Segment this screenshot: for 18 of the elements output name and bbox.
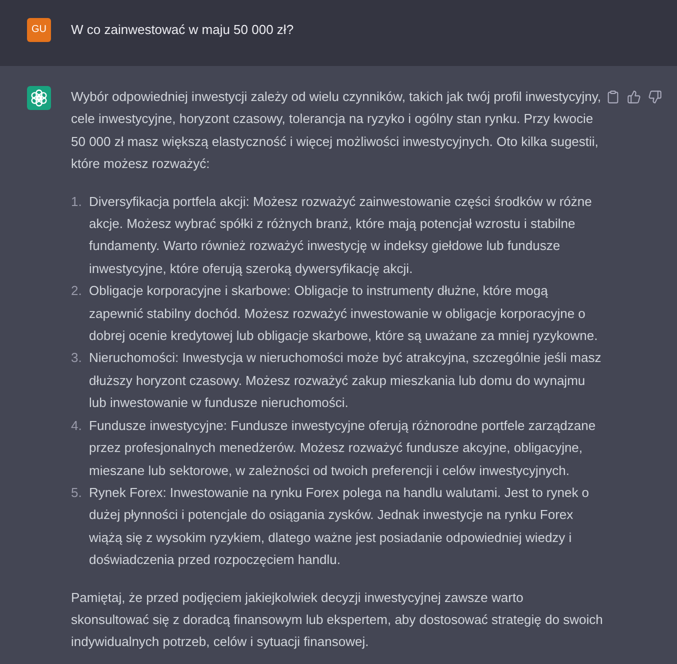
copy-icon[interactable] bbox=[605, 89, 620, 104]
assistant-paragraph: Wybór odpowiedniej inwestycji zależy od wielu czynników, takich jak twój profil inwestycyjny, cele inwestycyjne, horyzont czasowy, tolerancja na ryzyko i ogólny stan rynku. Przy kwocie 50 000 zł masz większą elastyczność i więcej możliwości inwestycyjnych. Oto kilka sugestii, które możesz rozważyć: bbox=[71, 88, 602, 174]
user-message: W co zainwestować w maju 50 000 zł? bbox=[71, 21, 294, 39]
list-number: 3. bbox=[71, 349, 83, 368]
list-item-text: Rynek Forex: Inwestowanie na rynku Forex polega na handlu walutami. Jest to rynek o dużej płynności i potencjale do osiągania zysków. Jednak inwestycje na rynku Forex wiążą się z wysokim ryzykiem, dlatego ważne jest posiadanie odpowiedniej wiedzy i doświadczenia przed rozpoczęciem handlu. bbox=[89, 484, 590, 570]
list-number: 2. bbox=[71, 282, 83, 300]
list-number: 5. bbox=[71, 484, 83, 502]
thumbs-down-icon[interactable] bbox=[647, 89, 662, 104]
list-number: 1. bbox=[71, 192, 83, 211]
list-item-text: Obligacje korporacyjne i skarbowe: Obligacje to instrumenty dłużne, które mogą zapewnić stabilny dochód. Możesz rozważyć inwestowanie w obligacje korporacyjne o dobrej ocenie kredytowej lub obligacje skarbowe, które są uważane za mniej ryzykowne. bbox=[89, 282, 599, 346]
list-item-text: Diversyfikacja portfela akcji: Możesz rozważyć zainwestowanie części środków w różne akcje. Możesz wybrać spółki z różnych branż, które mają potencjał wzrostu i stabilne fundamenty. Warto również rozważyć inwestycję w indeksy giełdowe lub fundusze inwestycyjne, które oferują szeroką dywersyfikację akcji. bbox=[89, 192, 593, 278]
list-item-text: Nieruchomości: Inwestycja w nieruchomości może być atrakcyjna, szczególnie jeśli masz dłuższy horyzont czasowy. Możesz rozważyć zakup mieszkania lub domu do wynajmu lub inwestowanie w fundusze nieruchomości. bbox=[89, 349, 602, 412]
list-item-text: Fundusze inwestycyjne: Fundusze inwestycyjne oferują różnorodne portfele zarządzane przez profesjonalnych menedżerów. Możesz rozważyć fundusze akcyjne, obligacyjne, mieszane lub sektorowe, w zależności od twoich preferencji i celów inwestycyjnych. bbox=[89, 416, 597, 480]
user-avatar: GU bbox=[27, 18, 51, 42]
thumbs-up-icon[interactable] bbox=[626, 89, 641, 104]
assistant-paragraph: Pamiętaj, że przed podjęciem jakiejkolwiek decyzji inwestycyjnej zawsze warto skonsultować się z doradcą finansowym lub ekspertem, aby dostosować strategię do swoich indywidualnych potrzeb, celów i sytuacji finansowej. bbox=[71, 588, 604, 652]
assistant-logo-icon bbox=[27, 86, 51, 110]
list-number: 4. bbox=[71, 416, 83, 435]
